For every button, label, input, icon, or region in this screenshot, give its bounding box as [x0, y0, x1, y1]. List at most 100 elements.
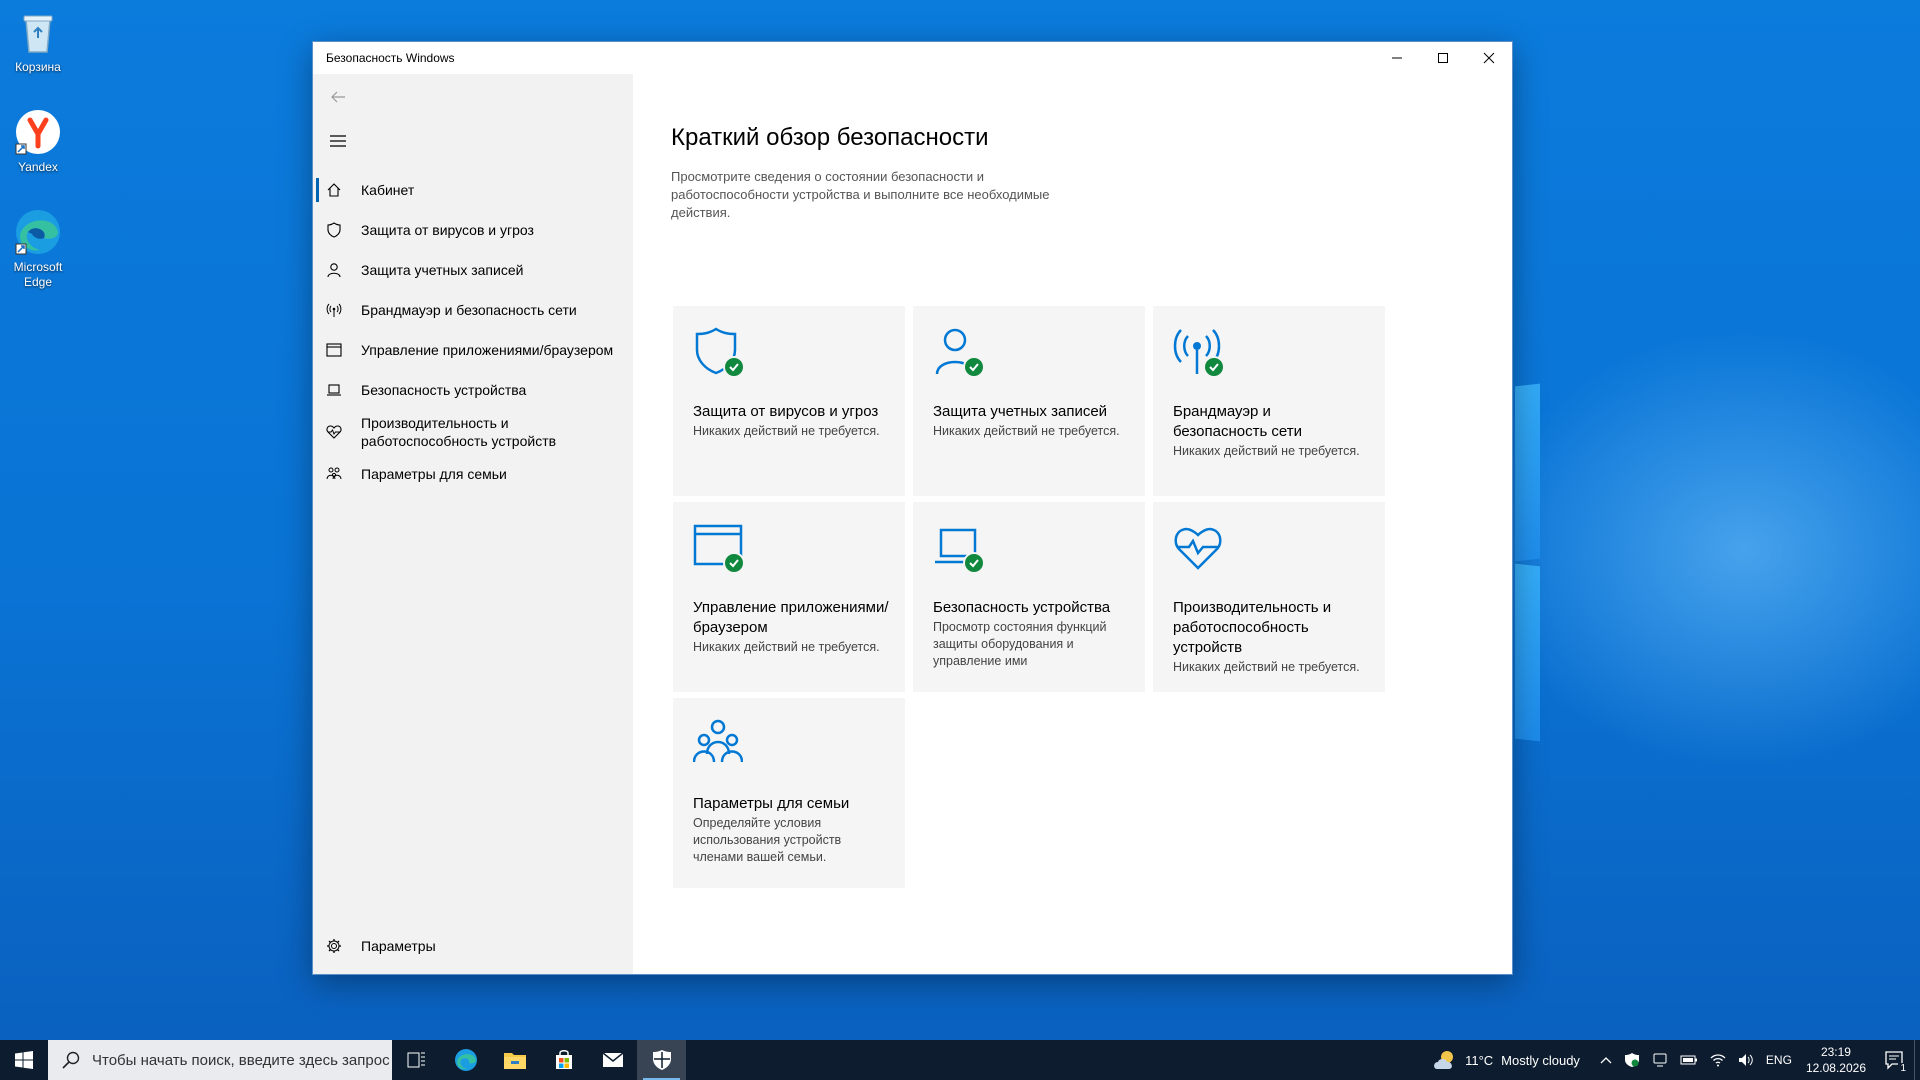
gear-icon	[325, 937, 343, 955]
cloud-moon-icon	[1434, 1051, 1454, 1069]
battery-icon	[1680, 1055, 1697, 1065]
tray-overflow-button[interactable]	[1594, 1040, 1618, 1080]
sidebar-item-label: Производительность и работоспособность у…	[361, 415, 557, 449]
tile-title: Брандмауэр и безопасность сети	[1173, 403, 1303, 440]
taskbar-search[interactable]: Чтобы начать поиск, введите здесь запрос	[48, 1040, 392, 1080]
wallpaper-logo	[1515, 383, 1540, 562]
check-icon	[1203, 356, 1225, 378]
family-icon	[325, 465, 343, 483]
notifications-button[interactable]: 1	[1874, 1040, 1914, 1080]
page-description: Просмотрите сведения о состоянии безопас…	[671, 169, 1050, 220]
taskbar-windows-security[interactable]	[637, 1040, 686, 1080]
weather-widget[interactable]: 11°C Mostly cloudy	[1427, 1040, 1586, 1080]
start-button[interactable]	[0, 1040, 48, 1080]
edge-icon	[14, 208, 62, 256]
speaker-icon	[1738, 1054, 1753, 1066]
sidebar-item-family-options[interactable]: Параметры для семьи	[313, 454, 633, 494]
sidebar-item-label: Защита учетных записей	[361, 262, 524, 278]
person-icon	[933, 326, 987, 380]
sidebar-item-device-security[interactable]: Безопасность устройства	[313, 370, 633, 410]
check-icon	[963, 356, 985, 378]
search-placeholder: Чтобы начать поиск, введите здесь запрос	[92, 1051, 390, 1069]
heart-icon	[1173, 522, 1227, 576]
taskbar-mail[interactable]	[588, 1040, 637, 1080]
sidebar-item-label: Параметры для семьи	[361, 466, 507, 482]
desktop-icon-label: Microsoft Edge	[13, 260, 63, 289]
tile-app-browser[interactable]: Управление приложениями/браузером Никаки…	[673, 502, 905, 692]
check-icon	[963, 552, 985, 574]
desktop-icon-yandex[interactable]: Yandex	[8, 108, 68, 175]
close-button[interactable]	[1466, 42, 1512, 74]
sidebar-item-device-performance[interactable]: Производительность и работоспособность у…	[313, 410, 633, 454]
system-tray: 11°C Mostly cloudy ENG 23:19 12.08.2026 …	[1427, 1040, 1920, 1080]
clock-time: 23:19	[1820, 1045, 1851, 1059]
desktop-icon-recycle-bin[interactable]: Корзина	[8, 8, 68, 75]
language-indicator[interactable]: ENG	[1760, 1040, 1798, 1080]
tray-volume[interactable]	[1732, 1040, 1760, 1080]
tile-title: Параметры для семьи	[693, 795, 850, 812]
tile-account-protection[interactable]: Защита учетных записей Никаких действий …	[913, 306, 1145, 496]
tile-title: Защита от вирусов и угроз	[693, 403, 879, 420]
minimize-button[interactable]	[1374, 42, 1420, 74]
minimize-icon	[1392, 57, 1402, 59]
tile-device-performance[interactable]: Производительность и работоспособность у…	[1153, 502, 1385, 692]
tile-status: Определяйте условия использования устрой…	[693, 816, 842, 864]
show-desktop-button[interactable]	[1914, 1040, 1920, 1080]
back-button[interactable]	[323, 82, 353, 112]
sidebar-item-app-browser[interactable]: Управление приложениями/браузером	[313, 330, 633, 370]
tile-status: Просмотр состояния функций защиты оборуд…	[933, 620, 1107, 668]
sidebar-item-settings[interactable]: Параметры	[313, 926, 633, 966]
tile-status: Никаких действий не требуется.	[933, 424, 1120, 438]
sidebar-item-label: Безопасность устройства	[361, 382, 527, 398]
notification-count: 1	[1898, 1063, 1908, 1074]
family-icon	[692, 718, 747, 772]
weather-temp: 11°C	[1465, 1052, 1494, 1068]
tile-status: Никаких действий не требуется.	[693, 424, 880, 438]
sidebar-item-label: Управление приложениями/браузером	[361, 342, 614, 358]
task-view-button[interactable]	[392, 1040, 441, 1080]
laptop-icon	[933, 522, 987, 576]
wifi-icon	[1710, 1054, 1726, 1067]
menu-button[interactable]	[323, 126, 353, 156]
tile-family-options[interactable]: Параметры для семьи Определяйте условия …	[673, 698, 905, 888]
sidebar-item-home[interactable]: Кабинет	[313, 170, 633, 210]
browser-icon	[325, 341, 343, 359]
tile-title: Безопасность устройства	[933, 599, 1111, 616]
antenna-icon	[325, 301, 343, 319]
shield-icon	[325, 221, 343, 239]
mail-icon	[602, 1052, 623, 1067]
maximize-icon	[1438, 53, 1448, 63]
taskbar-file-explorer[interactable]	[490, 1040, 539, 1080]
taskbar-store[interactable]	[539, 1040, 588, 1080]
desktop-icon-edge[interactable]: Microsoft Edge	[8, 208, 68, 290]
shield-icon	[1624, 1053, 1639, 1067]
sidebar-item-firewall[interactable]: Брандмауэр и безопасность сети	[313, 290, 633, 330]
clock[interactable]: 23:19 12.08.2026	[1798, 1044, 1874, 1076]
sidebar-item-account-protection[interactable]: Защита учетных записей	[313, 250, 633, 290]
tray-security[interactable]	[1618, 1040, 1646, 1080]
search-icon	[62, 1051, 80, 1069]
maximize-button[interactable]	[1420, 42, 1466, 74]
shield-icon	[652, 1050, 671, 1070]
laptop-icon	[325, 381, 343, 399]
title-bar[interactable]: Безопасность Windows	[313, 42, 1512, 74]
tile-firewall[interactable]: Брандмауэр и безопасность сети Никаких д…	[1153, 306, 1385, 496]
hamburger-icon	[330, 135, 346, 147]
windows-security-window: Безопасность Windows Кабинет Защита от в…	[312, 41, 1513, 975]
taskbar-edge[interactable]	[441, 1040, 490, 1080]
tray-battery[interactable]	[1674, 1040, 1704, 1080]
desktop-icon-label: Корзина	[15, 60, 61, 74]
person-icon	[325, 261, 343, 279]
tray-meet-now[interactable]	[1646, 1040, 1674, 1080]
main-content: Краткий обзор безопасности Просмотрите с…	[633, 74, 1512, 974]
desktop-icon-label: Yandex	[18, 160, 58, 174]
tray-network[interactable]	[1704, 1040, 1732, 1080]
tile-device-security[interactable]: Безопасность устройства Просмотр состоян…	[913, 502, 1145, 692]
shield-icon	[693, 326, 747, 380]
tile-status: Никаких действий не требуется.	[693, 640, 880, 654]
weather-condition: Mostly cloudy	[1501, 1052, 1580, 1068]
tile-title: Защита учетных записей	[933, 403, 1108, 420]
tile-virus-protection[interactable]: Защита от вирусов и угроз Никаких действ…	[673, 306, 905, 496]
sidebar-item-label: Параметры	[361, 938, 436, 954]
sidebar-item-virus-protection[interactable]: Защита от вирусов и угроз	[313, 210, 633, 250]
